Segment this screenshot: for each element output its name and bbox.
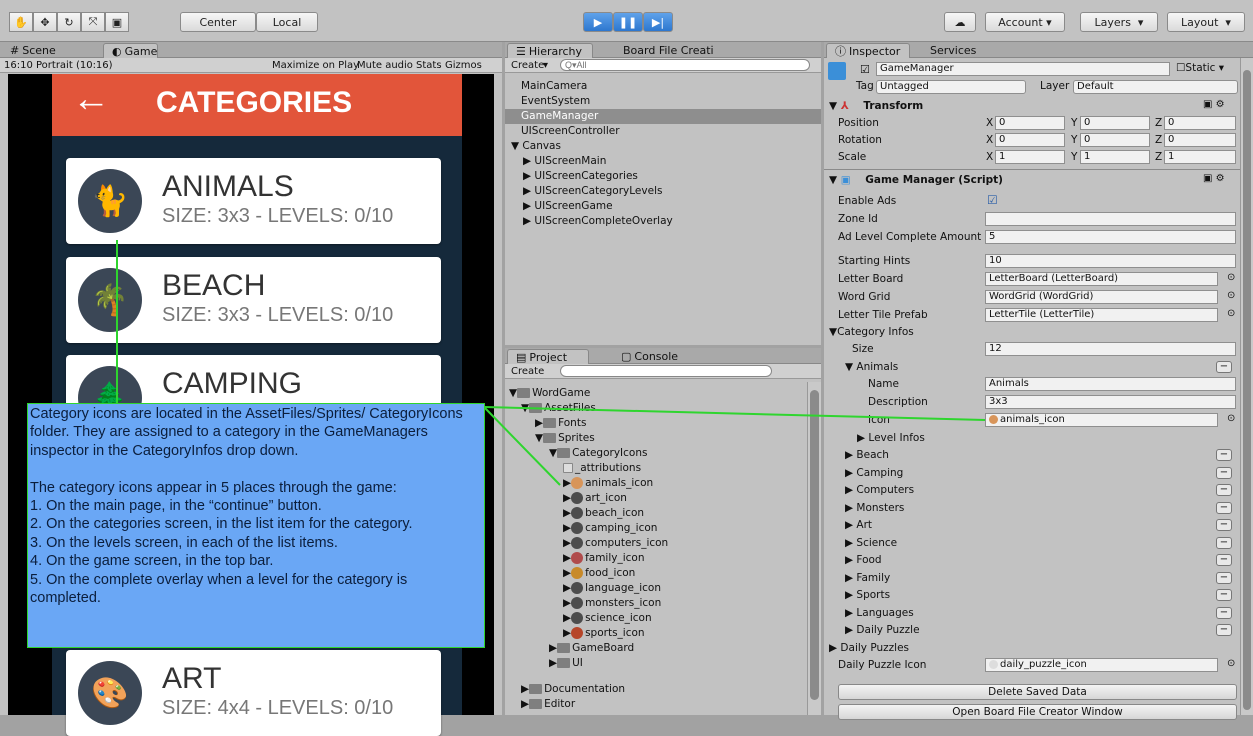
pointer-line [483, 406, 561, 486]
annotation-callout: Category icons are located in the AssetF… [27, 403, 485, 648]
pointer-line [483, 406, 986, 421]
